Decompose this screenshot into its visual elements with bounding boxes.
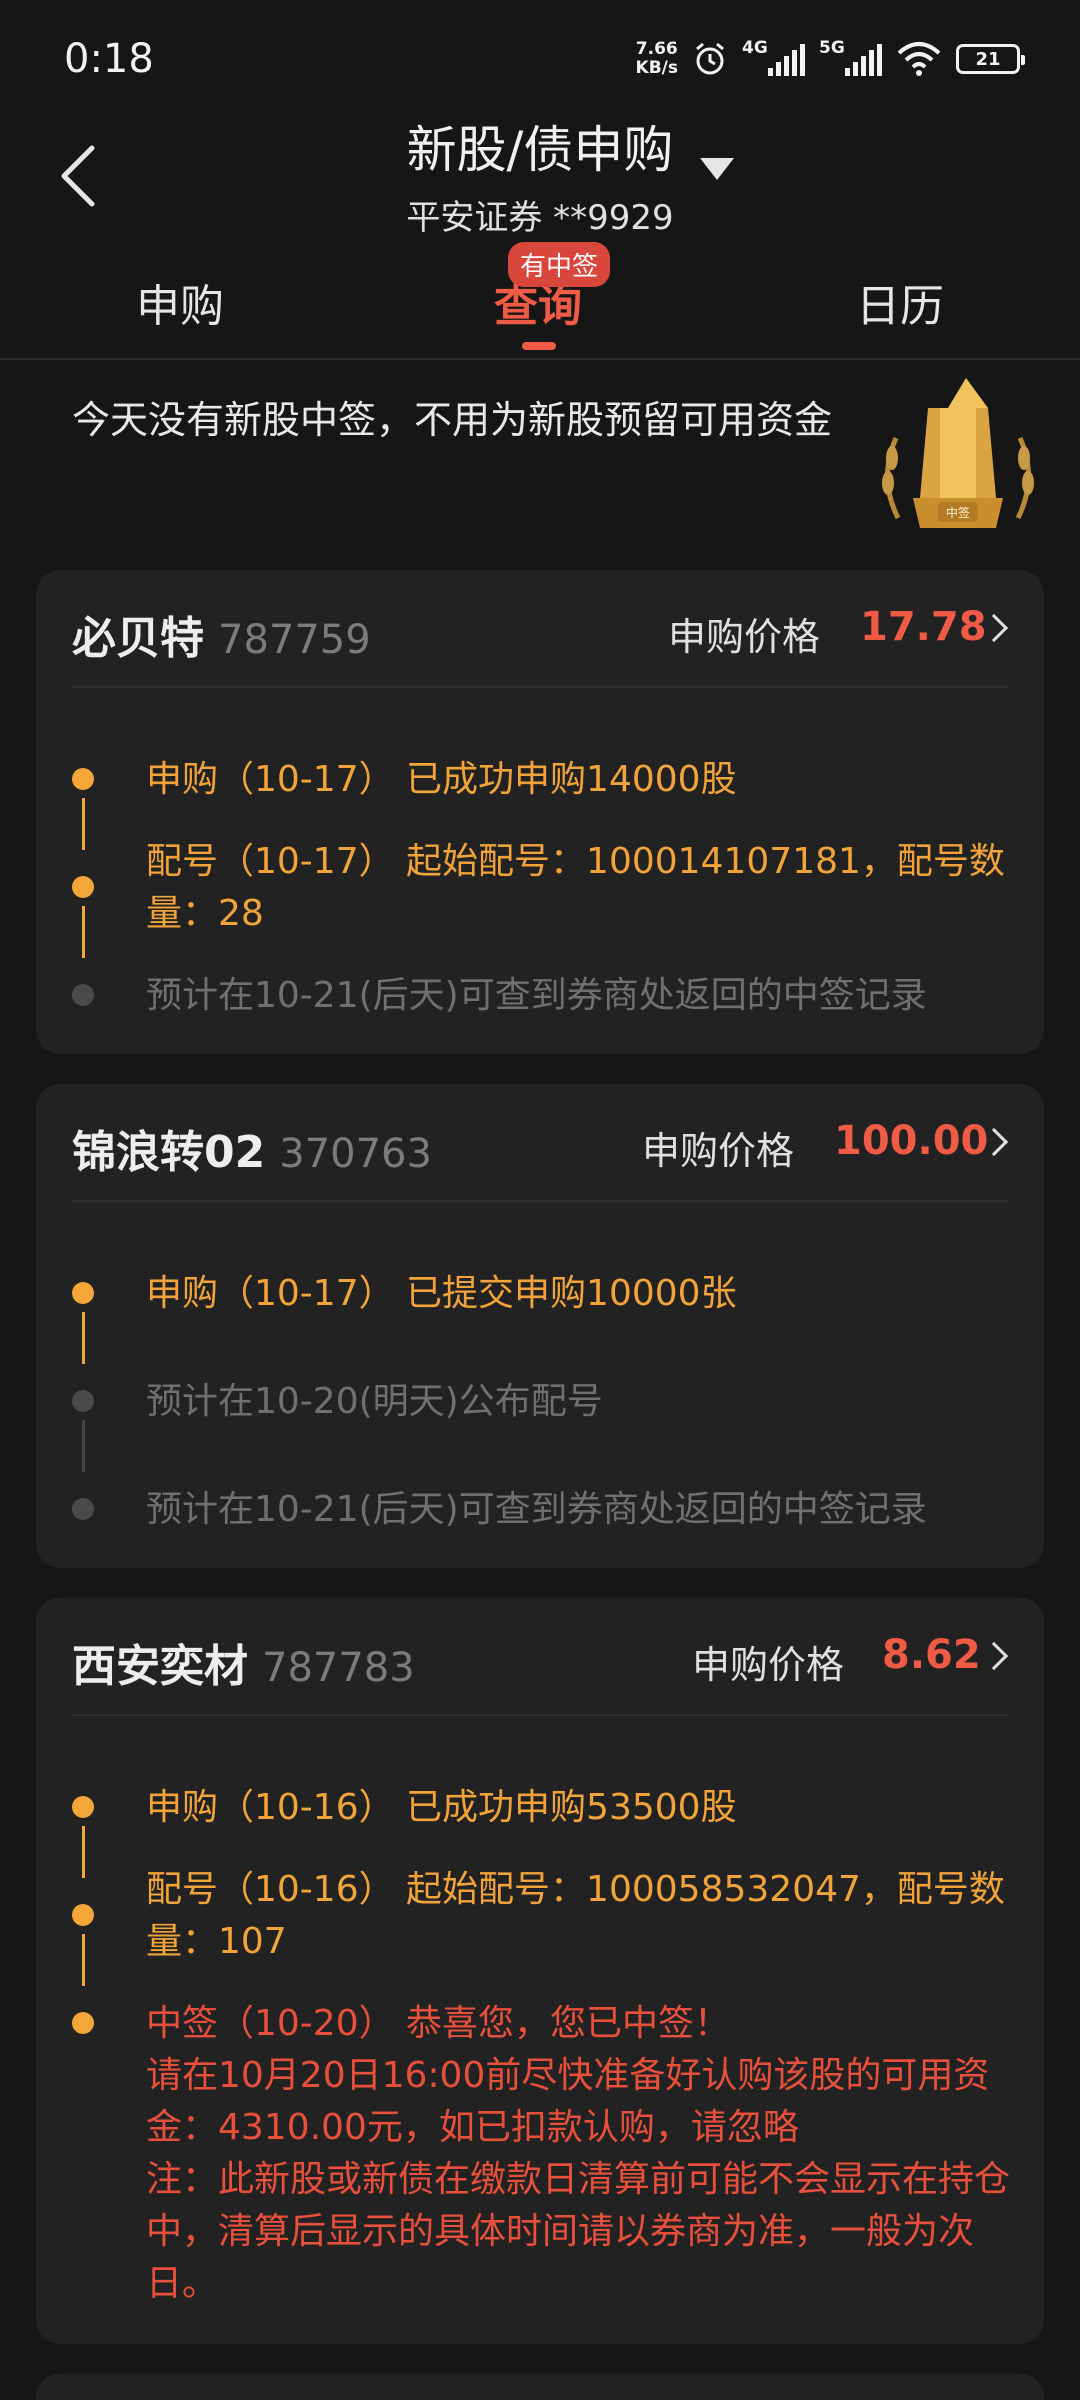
timeline-dot	[72, 768, 94, 790]
sim2-tag: 5G	[819, 38, 845, 58]
alarm-icon	[696, 42, 724, 75]
timeline-item: 申购（10-16） 已成功申购53500股	[146, 1787, 737, 1828]
won-payment-instruction: 请在10月20日16:00前尽快准备好认购该股的可用资金：4310.00元，如已…	[146, 2055, 990, 2148]
caret-down-icon[interactable]	[700, 158, 734, 180]
timeline-line	[82, 1826, 85, 1878]
timeline-line	[82, 906, 85, 958]
ipo-card: 必贝特 787759 申购价格 17.78 申购（10-17） 已成功申购1400…	[36, 570, 1044, 1054]
timeline-item: 配号（10-16） 起始配号：100058532047，配号数量：107	[146, 1869, 1005, 1962]
timeline-dot	[72, 984, 94, 1006]
signal-icon-2: 5G	[819, 38, 882, 76]
timeline-line	[82, 1934, 85, 1986]
page-title[interactable]: 新股/债申购	[407, 110, 674, 182]
timeline-dot	[72, 876, 94, 898]
status-icons: 7.66 KB/s 4G 5G 21	[636, 38, 1025, 78]
timeline-dot	[72, 1498, 94, 1520]
price-label: 申购价格	[692, 1643, 845, 1687]
timeline-item: 预计在10-21(后天)可查到券商处返回的中签记录	[146, 1489, 927, 1530]
stock-name-text: 锦浪转02	[72, 1127, 266, 1178]
tab-calendar[interactable]: 日历	[856, 270, 944, 334]
sim1-tag: 4G	[742, 38, 768, 58]
status-time: 0:18	[64, 36, 154, 82]
card-divider	[72, 1200, 1008, 1202]
price-label: 申购价格	[668, 615, 821, 659]
timeline-line	[82, 1420, 85, 1472]
bond-card: 锦浪转02 370763 申购价格 100.00 申购（10-17） 已提交申购1…	[36, 1084, 1044, 1568]
app-root: 0:18 7.66 KB/s 4G 5G 21 新股/债申购 平安证券 **99…	[0, 0, 1080, 2400]
status-bar: 0:18 7.66 KB/s 4G 5G 21	[0, 0, 1080, 120]
timeline-item: 预计在10-20(明天)公布配号	[146, 1381, 603, 1422]
price-label: 申购价格	[642, 1129, 795, 1173]
net-speed: 7.66 KB/s	[636, 40, 678, 78]
notice-text: 今天没有新股中签，不用为新股预留可用资金	[72, 398, 833, 442]
stock-name: 必贝特 787759	[72, 602, 371, 666]
timeline-dot	[72, 1796, 94, 1818]
timeline-item-won: 中签（10-20） 恭喜您，您已中签！ 请在10月20日16:00前尽快准备好认…	[146, 1998, 1026, 2310]
ipo-card-won: 西安奕材 787783 申购价格 8.62 申购（10-16） 已成功申购5350…	[36, 1598, 1044, 2344]
price-value: 17.78	[860, 604, 987, 650]
title-wrap: 新股/债申购	[0, 110, 1080, 182]
stock-name-text: 必贝特	[72, 613, 204, 664]
stock-name-text: 西安奕材	[72, 1641, 248, 1692]
timeline-dot	[72, 1904, 94, 1926]
net-speed-value: 7.66	[635, 39, 678, 59]
price-value: 100.00	[834, 1118, 989, 1164]
stock-code: 787759	[218, 617, 371, 663]
timeline-dot	[72, 1390, 94, 1412]
trophy-icon: 中签	[868, 368, 1048, 538]
timeline-item: 配号（10-17） 起始配号：100014107181，配号数量：28	[146, 841, 1005, 934]
stock-code: 787783	[262, 1645, 415, 1691]
timeline-item: 预计在10-21(后天)可查到券商处返回的中签记录	[146, 975, 927, 1016]
stock-name: 锦浪转02 370763	[72, 1116, 432, 1180]
timeline-line	[82, 1312, 85, 1364]
tabs-divider	[0, 358, 1080, 360]
won-settlement-note: 注：此新股或新债在缴款日清算前可能不会显示在持仓中，清算后显示的具体时间请以券商…	[146, 2159, 1011, 2304]
won-badge: 有中签	[508, 242, 611, 287]
trophy-label: 中签	[946, 505, 970, 520]
price-value: 8.62	[882, 1632, 981, 1678]
card-divider	[72, 686, 1008, 688]
timeline-dot	[72, 1282, 94, 1304]
timeline-dot	[72, 2012, 94, 2034]
net-speed-unit: KB/s	[635, 58, 678, 78]
timeline-item: 申购（10-17） 已成功申购14000股	[146, 759, 737, 800]
tab-apply[interactable]: 申购	[136, 270, 224, 334]
battery-level: 21	[975, 48, 1001, 70]
timeline-item: 申购（10-17） 已提交申购10000张	[146, 1273, 737, 1314]
tab-active-indicator	[522, 342, 556, 350]
next-card-partial	[36, 2374, 1044, 2400]
tab-bar: 申购 查询 有中签 日历	[0, 242, 1080, 360]
page-header: 新股/债申购 平安证券 **9929	[0, 110, 1080, 240]
card-divider	[72, 1714, 1008, 1716]
signal-icon: 4G	[742, 38, 805, 76]
timeline-line	[82, 798, 85, 850]
won-headline: 中签（10-20） 恭喜您，您已中签！	[146, 2003, 731, 2044]
battery-icon: 21	[956, 44, 1025, 74]
stock-code: 370763	[279, 1131, 432, 1177]
account-subtitle: 平安证券 **9929	[406, 198, 674, 238]
wifi-icon	[897, 42, 941, 76]
stock-name: 西安奕材 787783	[72, 1630, 415, 1694]
